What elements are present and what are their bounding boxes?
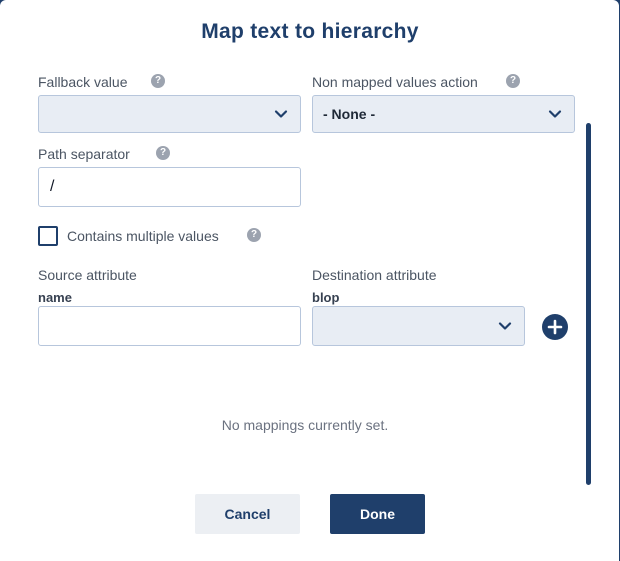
question-circle-icon[interactable]: ? xyxy=(247,228,261,242)
non-mapped-action-label: Non mapped values action xyxy=(312,74,478,90)
add-mapping-button[interactable] xyxy=(542,314,568,340)
fallback-value-select[interactable] xyxy=(38,95,301,133)
chevron-down-icon xyxy=(498,322,512,330)
destination-attribute-label: Destination attribute xyxy=(312,267,437,283)
question-circle-icon[interactable]: ? xyxy=(156,146,170,160)
question-circle-icon[interactable]: ? xyxy=(506,74,520,88)
done-button[interactable]: Done xyxy=(330,494,425,534)
multiple-values-checkbox[interactable] xyxy=(38,226,58,246)
scrollbar[interactable] xyxy=(586,123,591,485)
empty-mappings-message: No mappings currently set. xyxy=(221,417,389,433)
path-separator-input[interactable]: / xyxy=(38,167,301,207)
multiple-values-label: Contains multiple values xyxy=(67,228,219,244)
source-attribute-label: Source attribute xyxy=(38,267,137,283)
cancel-button[interactable]: Cancel xyxy=(195,494,300,534)
plus-circle-icon xyxy=(547,319,563,335)
chevron-down-icon xyxy=(274,110,288,118)
map-text-dialog: Map text to hierarchy Fallback value ? N… xyxy=(0,0,619,561)
destination-attribute-name: blop xyxy=(312,290,340,305)
path-separator-value: / xyxy=(50,178,55,195)
question-circle-icon[interactable]: ? xyxy=(151,74,165,88)
non-mapped-action-select[interactable]: - None - xyxy=(312,95,575,133)
non-mapped-action-selected: - None - xyxy=(323,106,376,122)
path-separator-label: Path separator xyxy=(38,146,130,162)
fallback-value-label: Fallback value xyxy=(38,74,128,90)
dialog-title: Map text to hierarchy xyxy=(201,20,419,43)
source-attribute-name: name xyxy=(38,290,72,305)
chevron-down-icon xyxy=(548,110,562,118)
source-attribute-input[interactable] xyxy=(38,306,301,346)
destination-attribute-select[interactable] xyxy=(312,306,525,346)
